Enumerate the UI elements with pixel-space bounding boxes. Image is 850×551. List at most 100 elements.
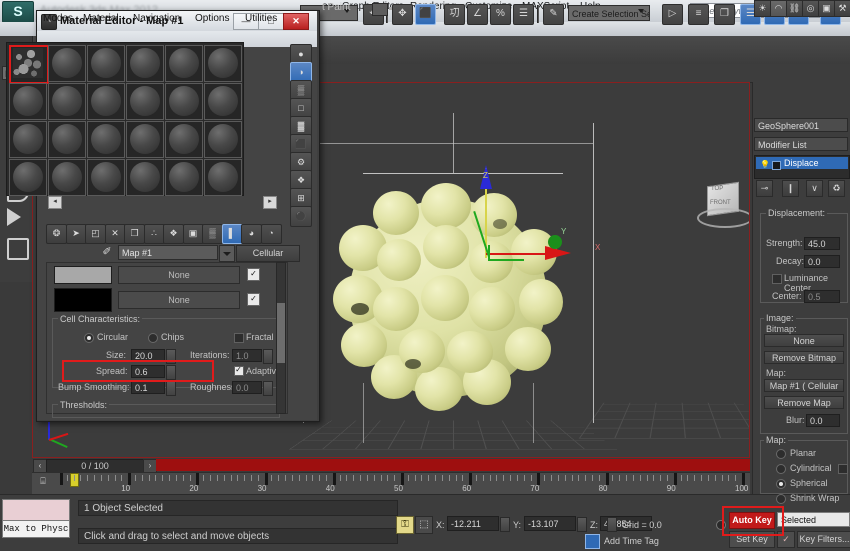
select-object-button[interactable]: ⬛ xyxy=(415,4,436,25)
sample-slot[interactable] xyxy=(9,121,47,158)
key-mode-toggle-icon[interactable]: ✓ xyxy=(777,531,795,548)
center-field[interactable]: 0.5 xyxy=(804,290,840,303)
maxscript-listener-field[interactable] xyxy=(2,499,70,521)
gizmo-xy-plane-handle[interactable] xyxy=(488,245,524,261)
material-name-field[interactable]: Map #1 xyxy=(118,245,218,260)
size-spinner[interactable] xyxy=(166,349,176,364)
pin-stack-button[interactable]: ⊸ xyxy=(756,180,773,197)
mirror-button[interactable]: ▷ xyxy=(662,4,683,25)
put-material-to-scene-button[interactable]: ➤ xyxy=(65,224,87,244)
isolate-selection-icon[interactable]: ⬚ xyxy=(415,516,433,534)
angle-snap-button[interactable]: ∠ xyxy=(467,4,488,25)
sample-slot[interactable] xyxy=(87,159,125,196)
sample-slot[interactable] xyxy=(204,159,242,196)
material-id-button[interactable]: ▣ xyxy=(182,224,204,244)
roughness-field[interactable]: 0.0 xyxy=(232,381,262,394)
sample-slot[interactable] xyxy=(165,159,203,196)
circular-radio[interactable] xyxy=(84,333,94,343)
map-button[interactable]: Map #1 ( Cellular xyxy=(764,379,844,392)
maxscript-mini-listener-label[interactable]: Max to Physc xyxy=(2,520,70,538)
add-time-tag-label[interactable]: Add Time Tag xyxy=(604,536,659,546)
parameters-scroll-thumb[interactable] xyxy=(277,303,285,363)
make-unique-button[interactable]: ∨ xyxy=(806,180,823,197)
parameters-scrollbar[interactable] xyxy=(276,262,286,414)
cell-color-map-checkbox[interactable]: ✓ xyxy=(247,268,260,281)
show-end-result-button[interactable]: ▌ xyxy=(221,224,243,244)
show-map-in-viewport-button[interactable]: ▒ xyxy=(202,224,223,244)
sample-slot[interactable] xyxy=(9,159,47,196)
pick-material-button[interactable]: ⚫ xyxy=(290,206,312,227)
sample-slot[interactable] xyxy=(48,83,86,120)
spherical-radio[interactable] xyxy=(776,479,786,489)
modifier-stack[interactable]: 💡 Displace xyxy=(754,155,850,179)
make-material-copy-button[interactable]: ❐ xyxy=(124,224,145,244)
coord-y-spinner[interactable] xyxy=(577,517,587,532)
selection-set-dropdown-arrow[interactable] xyxy=(638,9,644,13)
slot-scroll-right-button[interactable]: ▸ xyxy=(263,196,277,209)
view-cube-front-label[interactable]: FRONT xyxy=(710,200,731,206)
show-end-result-button[interactable]: ❙ xyxy=(782,180,799,197)
mirror-y-icon[interactable] xyxy=(7,208,21,226)
chips-radio[interactable] xyxy=(148,333,158,343)
snap-toggle-button[interactable]: 㓛 xyxy=(444,4,465,25)
division-color-swatch[interactable] xyxy=(54,288,112,312)
mirror-z-icon[interactable] xyxy=(7,238,29,260)
hierarchy-tab[interactable]: ⛓ xyxy=(786,0,803,17)
division-color-map-checkbox[interactable]: ✓ xyxy=(247,293,260,306)
bump-smoothing-spinner[interactable] xyxy=(166,381,176,396)
modifier-stack-entry-displace[interactable]: 💡 Displace xyxy=(756,157,848,170)
go-forward-sibling-button[interactable]: ◔ xyxy=(260,224,282,244)
select-and-move-icon[interactable]: ✥ xyxy=(392,4,413,25)
strength-field[interactable]: 45.0 xyxy=(804,237,840,250)
coord-y-field[interactable]: -13.107 xyxy=(524,516,576,531)
iterations-field[interactable]: 1.0 xyxy=(232,349,262,362)
modifier-enable-icon[interactable]: 💡 xyxy=(760,159,770,169)
coord-z-spinner[interactable] xyxy=(607,517,617,532)
ribbon-tab-object-paint[interactable]: t Paint xyxy=(322,2,350,13)
create-tab[interactable]: ☀ xyxy=(754,0,771,17)
named-selection-sets-icon[interactable]: ✎ xyxy=(543,4,564,25)
sample-slot[interactable] xyxy=(126,121,164,158)
modify-tab[interactable]: ◠ xyxy=(770,0,787,17)
spread-field[interactable]: 0.6 xyxy=(131,365,165,378)
reset-map-button[interactable]: ✕ xyxy=(104,224,126,244)
modifier-list-dropdown[interactable]: Modifier List xyxy=(754,137,848,151)
frame-prev-button[interactable]: ‹ xyxy=(33,459,47,473)
sample-slot[interactable] xyxy=(48,159,86,196)
iterations-spinner[interactable] xyxy=(263,349,273,364)
me-menu-options[interactable]: Options xyxy=(195,13,229,24)
layer-manager-button[interactable]: ❐ xyxy=(714,4,735,25)
modifier-gizmo-icon[interactable] xyxy=(772,161,781,170)
sample-slot[interactable] xyxy=(165,121,203,158)
track-bar[interactable] xyxy=(156,459,750,471)
motion-tab[interactable]: ◎ xyxy=(802,0,819,17)
sample-slot[interactable] xyxy=(204,83,242,120)
close-button[interactable]: ✕ xyxy=(283,13,309,30)
timeline-config-icon[interactable]: ⌸ xyxy=(36,474,50,488)
ribbon-dropdown[interactable] xyxy=(372,3,388,16)
key-filter-scope-dropdown[interactable]: Selected xyxy=(777,512,850,527)
spinner-snap-button[interactable]: ☰ xyxy=(513,4,534,25)
go-to-parent-button[interactable]: ◕ xyxy=(241,224,262,244)
frame-next-button[interactable]: › xyxy=(143,459,157,473)
percent-snap-button[interactable]: % xyxy=(490,4,511,25)
division-color-map-button[interactable]: None xyxy=(118,291,240,309)
spread-spinner[interactable] xyxy=(166,365,176,380)
auto-key-button[interactable]: Auto Key xyxy=(729,512,775,529)
me-menu-navigation[interactable]: Navigation xyxy=(133,13,180,24)
selection-lock-icon[interactable]: ⚿ xyxy=(396,516,414,534)
utilities-tab[interactable]: ⚒ xyxy=(834,0,850,17)
sample-slot[interactable] xyxy=(9,45,49,84)
remove-bitmap-button[interactable]: Remove Bitmap xyxy=(764,351,844,364)
roughness-spinner[interactable] xyxy=(263,381,273,396)
sample-slot[interactable] xyxy=(87,121,125,158)
sample-slot[interactable] xyxy=(165,83,203,120)
object-name-field[interactable]: GeoSphere001 xyxy=(754,118,848,132)
sample-slot[interactable] xyxy=(87,45,125,82)
sample-slot[interactable] xyxy=(204,45,242,82)
put-to-library-button[interactable]: ❖ xyxy=(163,224,184,244)
geosphere-object[interactable] xyxy=(333,183,563,413)
fractal-checkbox[interactable] xyxy=(234,333,244,343)
gizmo-y-handle[interactable] xyxy=(548,235,562,249)
material-name-dropdown[interactable] xyxy=(219,245,235,262)
